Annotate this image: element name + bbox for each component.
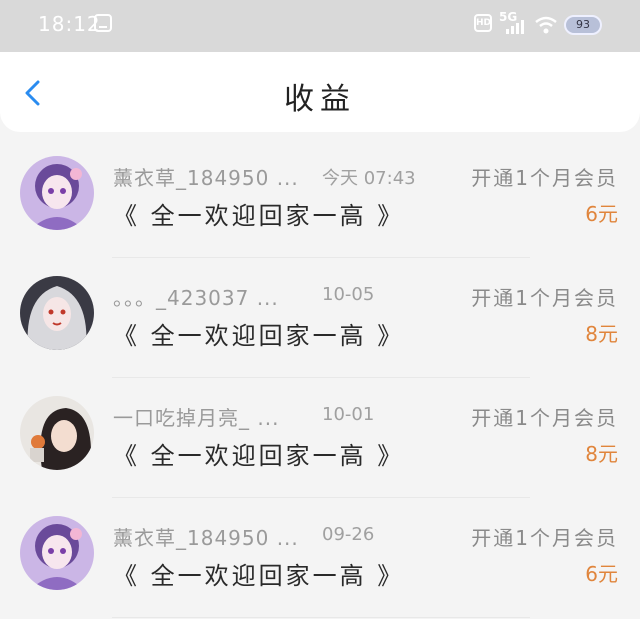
username: 一口吃掉月亮_ ... xyxy=(113,406,280,430)
book-title: 《 全一欢迎回家一高 》 xyxy=(113,202,405,230)
username: 薰衣草_184950 ... xyxy=(113,166,299,190)
record-action: 开通1个月会员 xyxy=(471,526,618,550)
record-date: 09-26 xyxy=(322,524,375,545)
avatar[interactable] xyxy=(20,156,94,230)
divider xyxy=(112,497,530,498)
record-action: 开通1个月会员 xyxy=(471,406,618,430)
page-title: 收益 xyxy=(284,82,356,117)
battery-icon: 93 xyxy=(564,15,602,35)
earning-amount: 6元 xyxy=(585,562,618,586)
divider xyxy=(112,617,530,618)
earning-amount: 6元 xyxy=(585,202,618,226)
record-date: 10-05 xyxy=(322,284,375,305)
username: 薰衣草_184950 ... xyxy=(113,526,299,550)
record-date: 今天 07:43 xyxy=(322,168,416,189)
status-time: 18:12 xyxy=(38,12,101,36)
list-item[interactable]: 薰衣草_184950 ... 今天 07:43 开通1个月会员 《 全一欢迎回家… xyxy=(0,140,640,258)
header-bar: 收益 xyxy=(0,52,640,132)
record-action: 开通1个月会员 xyxy=(471,286,618,310)
book-title: 《 全一欢迎回家一高 》 xyxy=(113,562,405,590)
divider xyxy=(112,377,530,378)
signal-icon xyxy=(506,18,528,34)
list-item[interactable]: 一口吃掉月亮_ ... 10-01 开通1个月会员 《 全一欢迎回家一高 》 8… xyxy=(0,380,640,498)
app-icon xyxy=(94,14,112,32)
list-item[interactable]: 。。。_423037 ... 10-05 开通1个月会员 《 全一欢迎回家一高 … xyxy=(0,260,640,378)
book-title: 《 全一欢迎回家一高 》 xyxy=(113,442,405,470)
record-action: 开通1个月会员 xyxy=(471,166,618,190)
earning-amount: 8元 xyxy=(585,322,618,346)
username: 。。。_423037 ... xyxy=(113,286,279,310)
avatar[interactable] xyxy=(20,276,94,350)
hd-icon: HD xyxy=(474,14,492,32)
avatar[interactable] xyxy=(20,396,94,470)
list-item[interactable]: 薰衣草_184950 ... 09-26 开通1个月会员 《 全一欢迎回家一高 … xyxy=(0,500,640,618)
status-bar: 18:12 HD 5G 93 xyxy=(0,0,640,52)
wifi-icon xyxy=(535,16,557,34)
book-title: 《 全一欢迎回家一高 》 xyxy=(113,322,405,350)
earning-amount: 8元 xyxy=(585,442,618,466)
divider xyxy=(112,257,530,258)
avatar[interactable] xyxy=(20,516,94,590)
record-date: 10-01 xyxy=(322,404,375,425)
